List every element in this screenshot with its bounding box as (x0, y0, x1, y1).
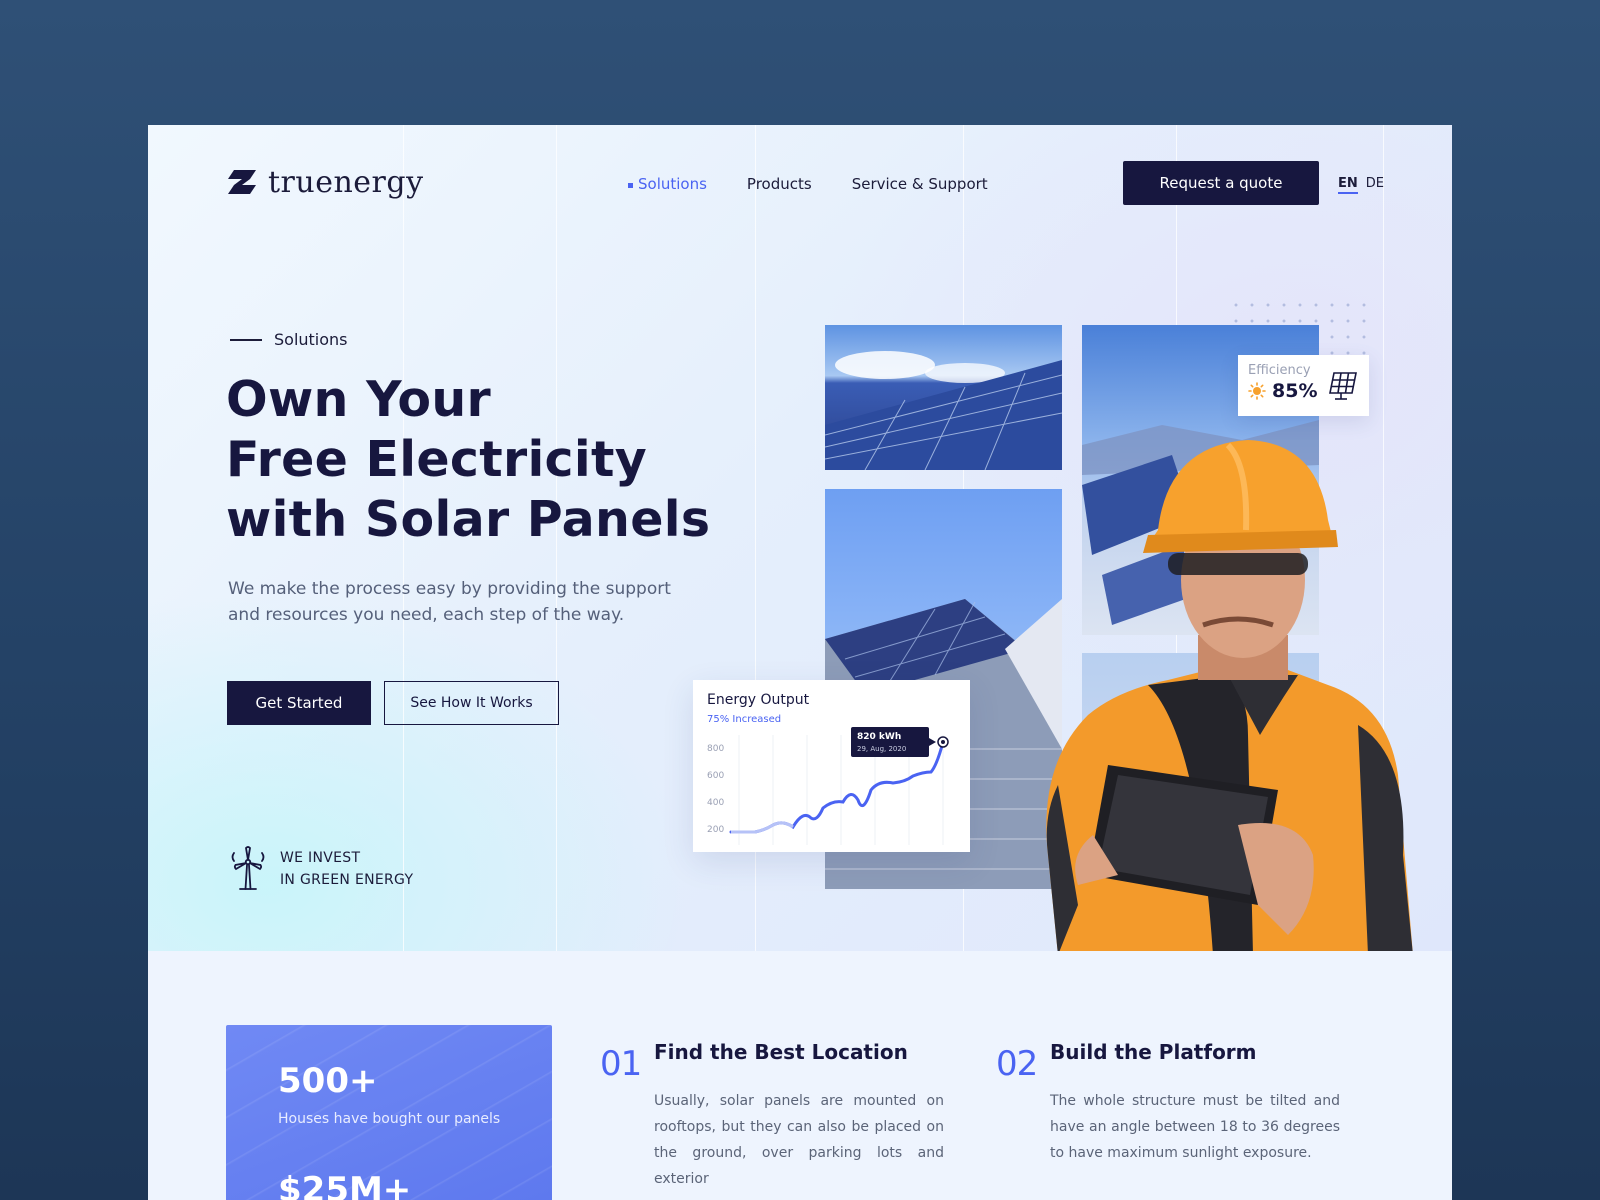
y-tick-label: 800 (707, 744, 724, 754)
solar-panel-icon (1329, 372, 1357, 400)
page-frame: truenergy Solutions Products Service & S… (148, 125, 1452, 1200)
see-how-it-works-button[interactable]: See How It Works (384, 681, 559, 725)
stat-value: $25M+ (278, 1170, 412, 1200)
invest-line: IN GREEN ENERGY (280, 872, 414, 888)
step-title: Build the Platform (1050, 1040, 1257, 1064)
step-number: 01 (600, 1044, 642, 1084)
engineer-photo (1046, 440, 1413, 951)
tooltip-date: 29, Aug, 2020 (857, 745, 906, 753)
brand-logo[interactable]: truenergy (228, 165, 424, 200)
invest-line: WE INVEST (280, 850, 361, 866)
y-tick-label: 400 (707, 798, 724, 808)
tooltip-value: 820 kWh (857, 732, 901, 742)
headline-line: Own Your (226, 371, 491, 428)
energy-output-title: Energy Output (707, 692, 810, 708)
kicker-dash (230, 338, 262, 341)
y-tick-label: 200 (707, 825, 724, 835)
efficiency-value: 85% (1272, 380, 1318, 402)
step-number: 02 (996, 1044, 1038, 1084)
main-nav: Solutions Products Service & Support (628, 175, 988, 193)
headline-line: with Solar Panels (226, 491, 711, 548)
nav-item-service-support[interactable]: Service & Support (852, 175, 988, 193)
language-switcher: EN DE (1338, 176, 1384, 194)
hero-headline: Own Your Free Electricity with Solar Pan… (226, 370, 710, 550)
sun-icon (1248, 382, 1266, 400)
hero-section: truenergy Solutions Products Service & S… (148, 125, 1452, 951)
energy-output-card: 800 600 400 200 820 kWh 29, Aug, 2020 En… (693, 680, 970, 852)
energy-output-subtitle: 75% Increased (707, 714, 782, 725)
stat-label: Houses have bought our panels (278, 1111, 501, 1127)
step-title: Find the Best Location (654, 1040, 908, 1064)
hero-subcopy: We make the process easy by providing th… (228, 579, 671, 625)
step-body: The whole structure must be tilted and h… (1050, 1093, 1340, 1161)
wind-turbine-icon (231, 846, 265, 890)
green-energy-badge: WE INVEST IN GREEN ENERGY (228, 845, 413, 893)
logo-bolt-icon (228, 169, 256, 194)
stats-card: 500+ Houses have bought our panels $25M+ (226, 1025, 552, 1200)
step-body: Usually, solar panels are mounted on roo… (654, 1093, 944, 1187)
request-quote-button[interactable]: Request a quote (1123, 161, 1319, 205)
brand-name: truenergy (268, 165, 424, 200)
lang-de-option[interactable]: DE (1366, 176, 1384, 194)
get-started-button[interactable]: Get Started (227, 681, 371, 725)
section-kicker: Solutions (230, 330, 348, 349)
headline-line: Free Electricity (226, 431, 647, 488)
stat-value: 500+ (278, 1061, 378, 1101)
lang-en-option[interactable]: EN (1338, 176, 1358, 194)
kicker-label: Solutions (274, 330, 348, 349)
y-tick-label: 600 (707, 771, 724, 781)
nav-item-products[interactable]: Products (747, 175, 812, 193)
nav-item-solutions[interactable]: Solutions (628, 175, 707, 193)
efficiency-card: Efficiency 85% (1238, 355, 1369, 416)
